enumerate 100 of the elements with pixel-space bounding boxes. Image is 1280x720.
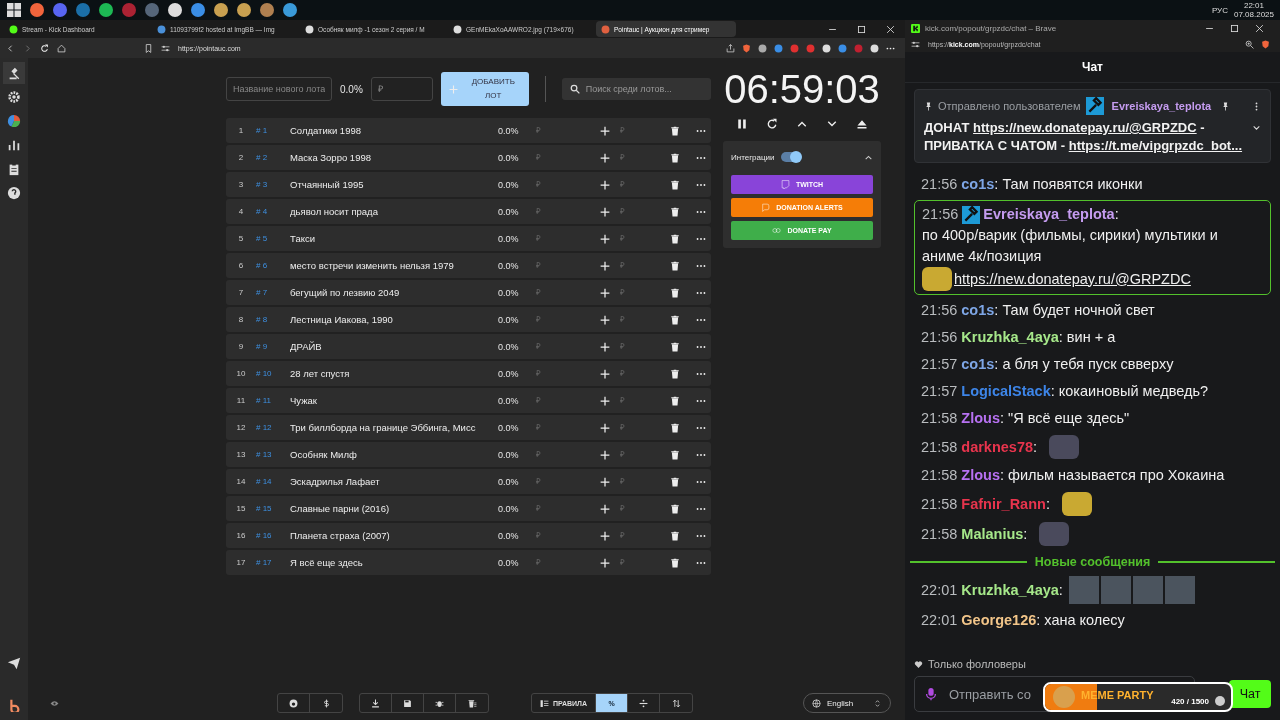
add-amount-field[interactable]: ₽ [620, 337, 660, 356]
lot-id-link[interactable]: # 8 [256, 315, 290, 324]
language-indicator[interactable]: РУС [1211, 5, 1228, 15]
app-icon[interactable] [167, 2, 183, 18]
start-icon[interactable] [6, 2, 22, 18]
shield-icon[interactable] [1261, 39, 1270, 49]
add-amount-field[interactable]: ₽ [620, 553, 660, 572]
lot-amount-field[interactable]: ₽ [536, 337, 596, 356]
lot-id-link[interactable]: # 11 [256, 396, 290, 405]
add-amount-field[interactable]: ₽ [620, 391, 660, 410]
lot-id-link[interactable]: # 1 [256, 126, 290, 135]
lot-id-link[interactable]: # 5 [256, 234, 290, 243]
lot-amount-field[interactable]: ₽ [536, 526, 596, 545]
back-icon[interactable] [6, 43, 15, 53]
lot-amount-field[interactable]: ₽ [536, 148, 596, 167]
maximize-icon[interactable] [857, 24, 866, 34]
link[interactable]: https://new.donatepay.ru/@GRPZDC [954, 268, 1191, 290]
lot-name-field[interactable]: Название нового лота [226, 77, 332, 101]
add-amount-field[interactable]: ₽ [620, 472, 660, 491]
shield-icon[interactable] [742, 43, 751, 53]
add-amount-field[interactable]: ₽ [620, 229, 660, 248]
site-settings-icon[interactable] [911, 39, 920, 49]
lot-amount-field[interactable]: ₽ [536, 364, 596, 383]
integrations-toggle[interactable] [780, 152, 801, 162]
add-amount-field[interactable]: ₽ [620, 202, 660, 221]
add-amount-field[interactable]: ₽ [620, 526, 660, 545]
add-lot-button[interactable]: ДОБАВИТЬ ЛОТ [440, 72, 529, 106]
lot-amount-field[interactable]: ₽ [536, 310, 596, 329]
add-amount-field[interactable]: ₽ [620, 121, 660, 140]
lot-amount-field[interactable]: ₽ [536, 391, 596, 410]
lot-id-link[interactable]: # 12 [256, 423, 290, 432]
lot-id-link[interactable]: # 9 [256, 342, 290, 351]
username[interactable]: Fafnir_Rann [961, 493, 1046, 515]
microphone-icon[interactable] [924, 687, 938, 701]
gavel-icon[interactable] [3, 62, 25, 84]
lot-amount-field[interactable]: ₽ [536, 445, 596, 464]
maximize-icon[interactable] [1230, 23, 1239, 33]
pin-icon[interactable] [1221, 101, 1230, 111]
app-icon[interactable] [236, 2, 252, 18]
lot-amount-field[interactable]: ₽ [536, 418, 596, 437]
add-amount-field[interactable]: ₽ [620, 445, 660, 464]
reload-icon[interactable] [40, 43, 49, 53]
username[interactable]: Zlous [961, 465, 1000, 486]
paper-plane-icon[interactable] [7, 656, 21, 670]
site-settings-icon[interactable] [161, 43, 170, 53]
lot-id-link[interactable]: # 14 [256, 477, 290, 486]
lot-id-link[interactable]: # 16 [256, 531, 290, 540]
add-amount-field[interactable]: ₽ [620, 148, 660, 167]
clipboard-icon[interactable] [7, 162, 21, 176]
username[interactable]: Kruzhka_4aya [961, 327, 1059, 348]
app-icon[interactable] [98, 2, 114, 18]
lot-id-link[interactable]: # 4 [256, 207, 290, 216]
eye-icon[interactable] [50, 698, 59, 708]
lot-amount-field[interactable]: ₽ [536, 175, 596, 194]
letter-b-icon[interactable] [7, 698, 21, 712]
lot-amount-field[interactable]: ₽ [536, 229, 596, 248]
add-amount-field[interactable]: ₽ [620, 256, 660, 275]
lot-id-link[interactable]: # 2 [256, 153, 290, 162]
lot-id-link[interactable]: # 15 [256, 504, 290, 513]
zoom-icon[interactable] [1245, 39, 1254, 49]
add-amount-field[interactable]: ₽ [620, 499, 660, 518]
pie-chart-icon[interactable] [7, 114, 21, 128]
add-amount-field[interactable]: ₽ [620, 418, 660, 437]
search-field[interactable]: Поиск среди лотов... [561, 78, 711, 100]
app-icon[interactable] [29, 2, 45, 18]
settings-icon[interactable] [7, 90, 21, 104]
username[interactable]: Evreiskaya_teplota [983, 204, 1115, 225]
lot-id-link[interactable]: # 17 [256, 558, 290, 567]
app-icon[interactable] [190, 2, 206, 18]
bar-chart-icon[interactable] [7, 138, 21, 152]
lot-id-link[interactable]: # 13 [256, 450, 290, 459]
add-amount-field[interactable]: ₽ [620, 310, 660, 329]
lot-amount-field[interactable]: ₽ [536, 472, 596, 491]
app-icon[interactable] [213, 2, 229, 18]
collapse-icon[interactable] [864, 152, 873, 162]
add-amount-field[interactable]: ₽ [620, 364, 660, 383]
lot-id-link[interactable]: # 10 [256, 369, 290, 378]
lot-id-link[interactable]: # 7 [256, 288, 290, 297]
link[interactable]: https://t.me/vipgrpzdc_bot... [1068, 138, 1243, 153]
expand-icon[interactable] [1252, 123, 1261, 132]
add-amount-field[interactable]: ₽ [620, 175, 660, 194]
lot-id-link[interactable]: # 3 [256, 180, 290, 189]
username[interactable]: Kruzhka_4aya [961, 579, 1059, 601]
lot-amount-field[interactable]: ₽ [536, 202, 596, 221]
link[interactable]: https://new.donatepay.ru/@GRPZDC [973, 120, 1197, 135]
app-icon[interactable] [282, 2, 298, 18]
help-icon[interactable] [7, 186, 21, 200]
username[interactable]: Zlous [961, 408, 1000, 429]
bookmark-icon[interactable] [144, 43, 153, 53]
lot-amount-field[interactable]: ₽ [536, 121, 596, 140]
lot-amount-field[interactable]: ₽ [536, 283, 596, 302]
lot-amount-field[interactable]: ₽ [536, 256, 596, 275]
lot-amount-field[interactable]: ₽ [536, 553, 596, 572]
amount-field[interactable]: ₽ [370, 77, 433, 101]
add-amount-field[interactable]: ₽ [620, 283, 660, 302]
lot-id-link[interactable]: # 6 [256, 261, 290, 270]
close-icon[interactable] [1255, 23, 1264, 33]
send-button[interactable]: Чат [1229, 680, 1271, 708]
username[interactable]: LogicalStack [961, 381, 1051, 402]
lot-amount-field[interactable]: ₽ [536, 499, 596, 518]
